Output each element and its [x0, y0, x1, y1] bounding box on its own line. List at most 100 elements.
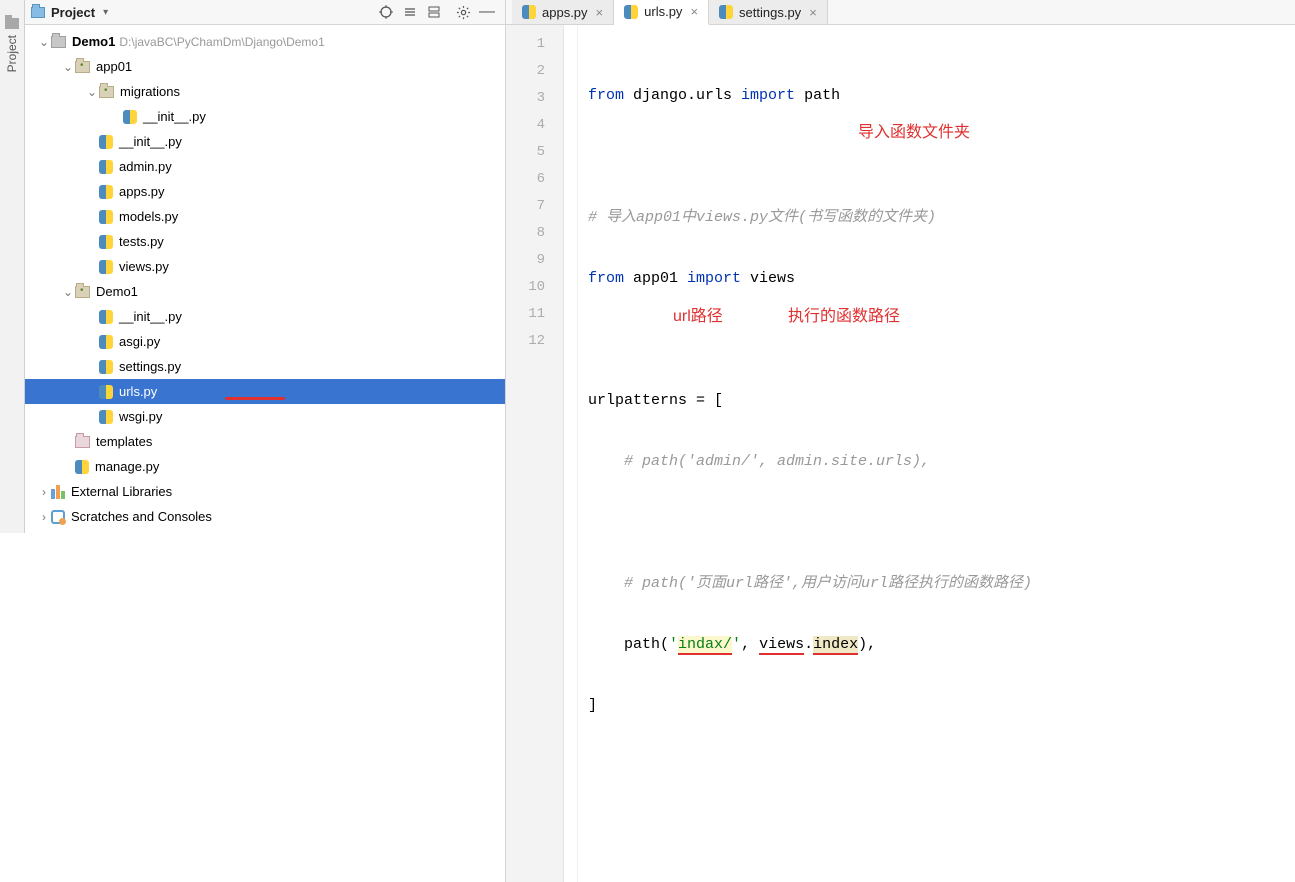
tree-label: tests.py	[119, 234, 164, 249]
line-number: 12	[506, 328, 563, 355]
tab-label: apps.py	[542, 5, 588, 20]
project-view-label[interactable]: Project	[51, 5, 95, 20]
tree-file[interactable]: admin.py	[25, 154, 505, 179]
annotation-func-path: 执行的函数路径	[788, 302, 900, 326]
tree-file[interactable]: wsgi.py	[25, 404, 505, 429]
code-comment: # 导入app01中views.py文件(书写函数的文件夹)	[588, 209, 936, 226]
tree-external-libs[interactable]: External Libraries	[25, 479, 505, 504]
body-row: Demo1 D:\javaBC\PyChamDm\Django\Demo1 ap…	[25, 25, 1295, 882]
package-icon	[99, 86, 114, 98]
tree-file[interactable]: apps.py	[25, 179, 505, 204]
code-area[interactable]: from django.urls import path # 导入app01中v…	[578, 25, 1295, 882]
tree-label: manage.py	[95, 459, 159, 474]
tab-settings[interactable]: settings.py ×	[709, 0, 828, 24]
tree-demo1-pkg[interactable]: Demo1	[25, 279, 505, 304]
tree-label: settings.py	[119, 359, 181, 374]
chevron-down-icon[interactable]	[85, 85, 99, 99]
tree-templates[interactable]: templates	[25, 429, 505, 454]
tree-path: D:\javaBC\PyChamDm\Django\Demo1	[119, 35, 324, 49]
tree-label: models.py	[119, 209, 178, 224]
tree-file[interactable]: manage.py	[25, 454, 505, 479]
line-number: 11	[506, 301, 563, 328]
line-number: 1	[506, 31, 563, 58]
scratch-icon	[51, 510, 65, 524]
tab-urls[interactable]: urls.py ×	[614, 0, 709, 25]
code-token: import	[741, 87, 795, 104]
locate-icon[interactable]	[374, 0, 398, 24]
top-toolbar: Project ▾ — apps.py ×	[25, 0, 1295, 25]
code-editor[interactable]: 1 2 3 4 5 6 7 8 9 10 11 12 from django.u…	[506, 25, 1295, 882]
tree-scratches[interactable]: Scratches and Consoles	[25, 504, 505, 529]
tree-file[interactable]: models.py	[25, 204, 505, 229]
line-number: 9	[506, 247, 563, 274]
python-file-icon	[522, 5, 536, 19]
library-icon	[51, 485, 65, 499]
tree-label: Demo1	[96, 284, 138, 299]
code-token: from	[588, 87, 624, 104]
tree-root[interactable]: Demo1 D:\javaBC\PyChamDm\Django\Demo1	[25, 29, 505, 54]
tree-file[interactable]: __init__.py	[25, 304, 505, 329]
expand-all-icon[interactable]	[398, 0, 422, 24]
fold-column	[564, 25, 578, 882]
code-token: path	[795, 87, 840, 104]
project-tree-panel: Demo1 D:\javaBC\PyChamDm\Django\Demo1 ap…	[25, 25, 506, 882]
chevron-down-icon[interactable]	[61, 285, 75, 299]
python-file-icon	[719, 5, 733, 19]
code-token: ,	[741, 636, 759, 653]
python-file-icon	[75, 460, 89, 474]
code-token: path(	[588, 636, 669, 653]
python-file-icon	[99, 210, 113, 224]
project-view-dropdown-icon[interactable]: ▾	[103, 7, 108, 18]
code-token: app01	[624, 270, 687, 287]
tree-file[interactable]: asgi.py	[25, 329, 505, 354]
code-token: ),	[858, 636, 876, 653]
hide-panel-icon[interactable]: —	[475, 0, 499, 24]
tree-label: admin.py	[119, 159, 172, 174]
line-gutter: 1 2 3 4 5 6 7 8 9 10 11 12	[506, 25, 564, 882]
tab-apps[interactable]: apps.py ×	[512, 0, 614, 24]
python-file-icon	[99, 335, 113, 349]
close-icon[interactable]: ×	[809, 5, 817, 20]
chevron-down-icon[interactable]	[37, 35, 51, 49]
close-icon[interactable]: ×	[690, 4, 698, 19]
chevron-down-icon[interactable]	[61, 60, 75, 74]
tab-label: settings.py	[739, 5, 801, 20]
close-icon[interactable]: ×	[596, 5, 604, 20]
tree-file[interactable]: __init__.py	[25, 129, 505, 154]
tree-app01[interactable]: app01	[25, 54, 505, 79]
tree-label: asgi.py	[119, 334, 160, 349]
tree-file[interactable]: views.py	[25, 254, 505, 279]
chevron-right-icon[interactable]	[37, 510, 51, 524]
tab-label: urls.py	[644, 4, 682, 19]
chevron-right-icon[interactable]	[37, 485, 51, 499]
main-area: Project ▾ — apps.py ×	[25, 0, 1295, 533]
code-token: django.urls	[624, 87, 741, 104]
tree-file[interactable]: tests.py	[25, 229, 505, 254]
code-comment: # path('页面url路径',用户访问url路径执行的函数路径)	[588, 575, 1032, 592]
tree-file[interactable]: __init__.py	[25, 104, 505, 129]
code-token: views	[759, 636, 804, 655]
line-number: 6	[506, 166, 563, 193]
tree-file-urls[interactable]: urls.py	[25, 379, 505, 404]
python-file-icon	[99, 185, 113, 199]
tree-migrations[interactable]: migrations	[25, 79, 505, 104]
python-file-icon	[99, 235, 113, 249]
line-number: 10	[506, 274, 563, 301]
python-file-icon	[99, 135, 113, 149]
project-tool-label[interactable]: Project	[5, 35, 19, 72]
line-number: 7	[506, 193, 563, 220]
tree-file[interactable]: settings.py	[25, 354, 505, 379]
project-tree[interactable]: Demo1 D:\javaBC\PyChamDm\Django\Demo1 ap…	[25, 25, 505, 882]
gear-icon[interactable]	[451, 0, 475, 24]
collapse-all-icon[interactable]	[422, 0, 446, 24]
code-token: import	[687, 270, 741, 287]
python-file-icon	[123, 110, 137, 124]
project-tool-icon[interactable]	[5, 18, 19, 29]
tree-label: urls.py	[119, 384, 157, 399]
ide-left-gutter: Project	[0, 0, 25, 533]
code-token: '	[732, 636, 741, 653]
tree-label: migrations	[120, 84, 180, 99]
folder-icon	[51, 36, 66, 48]
templates-folder-icon	[75, 436, 90, 448]
line-number: 3	[506, 85, 563, 112]
